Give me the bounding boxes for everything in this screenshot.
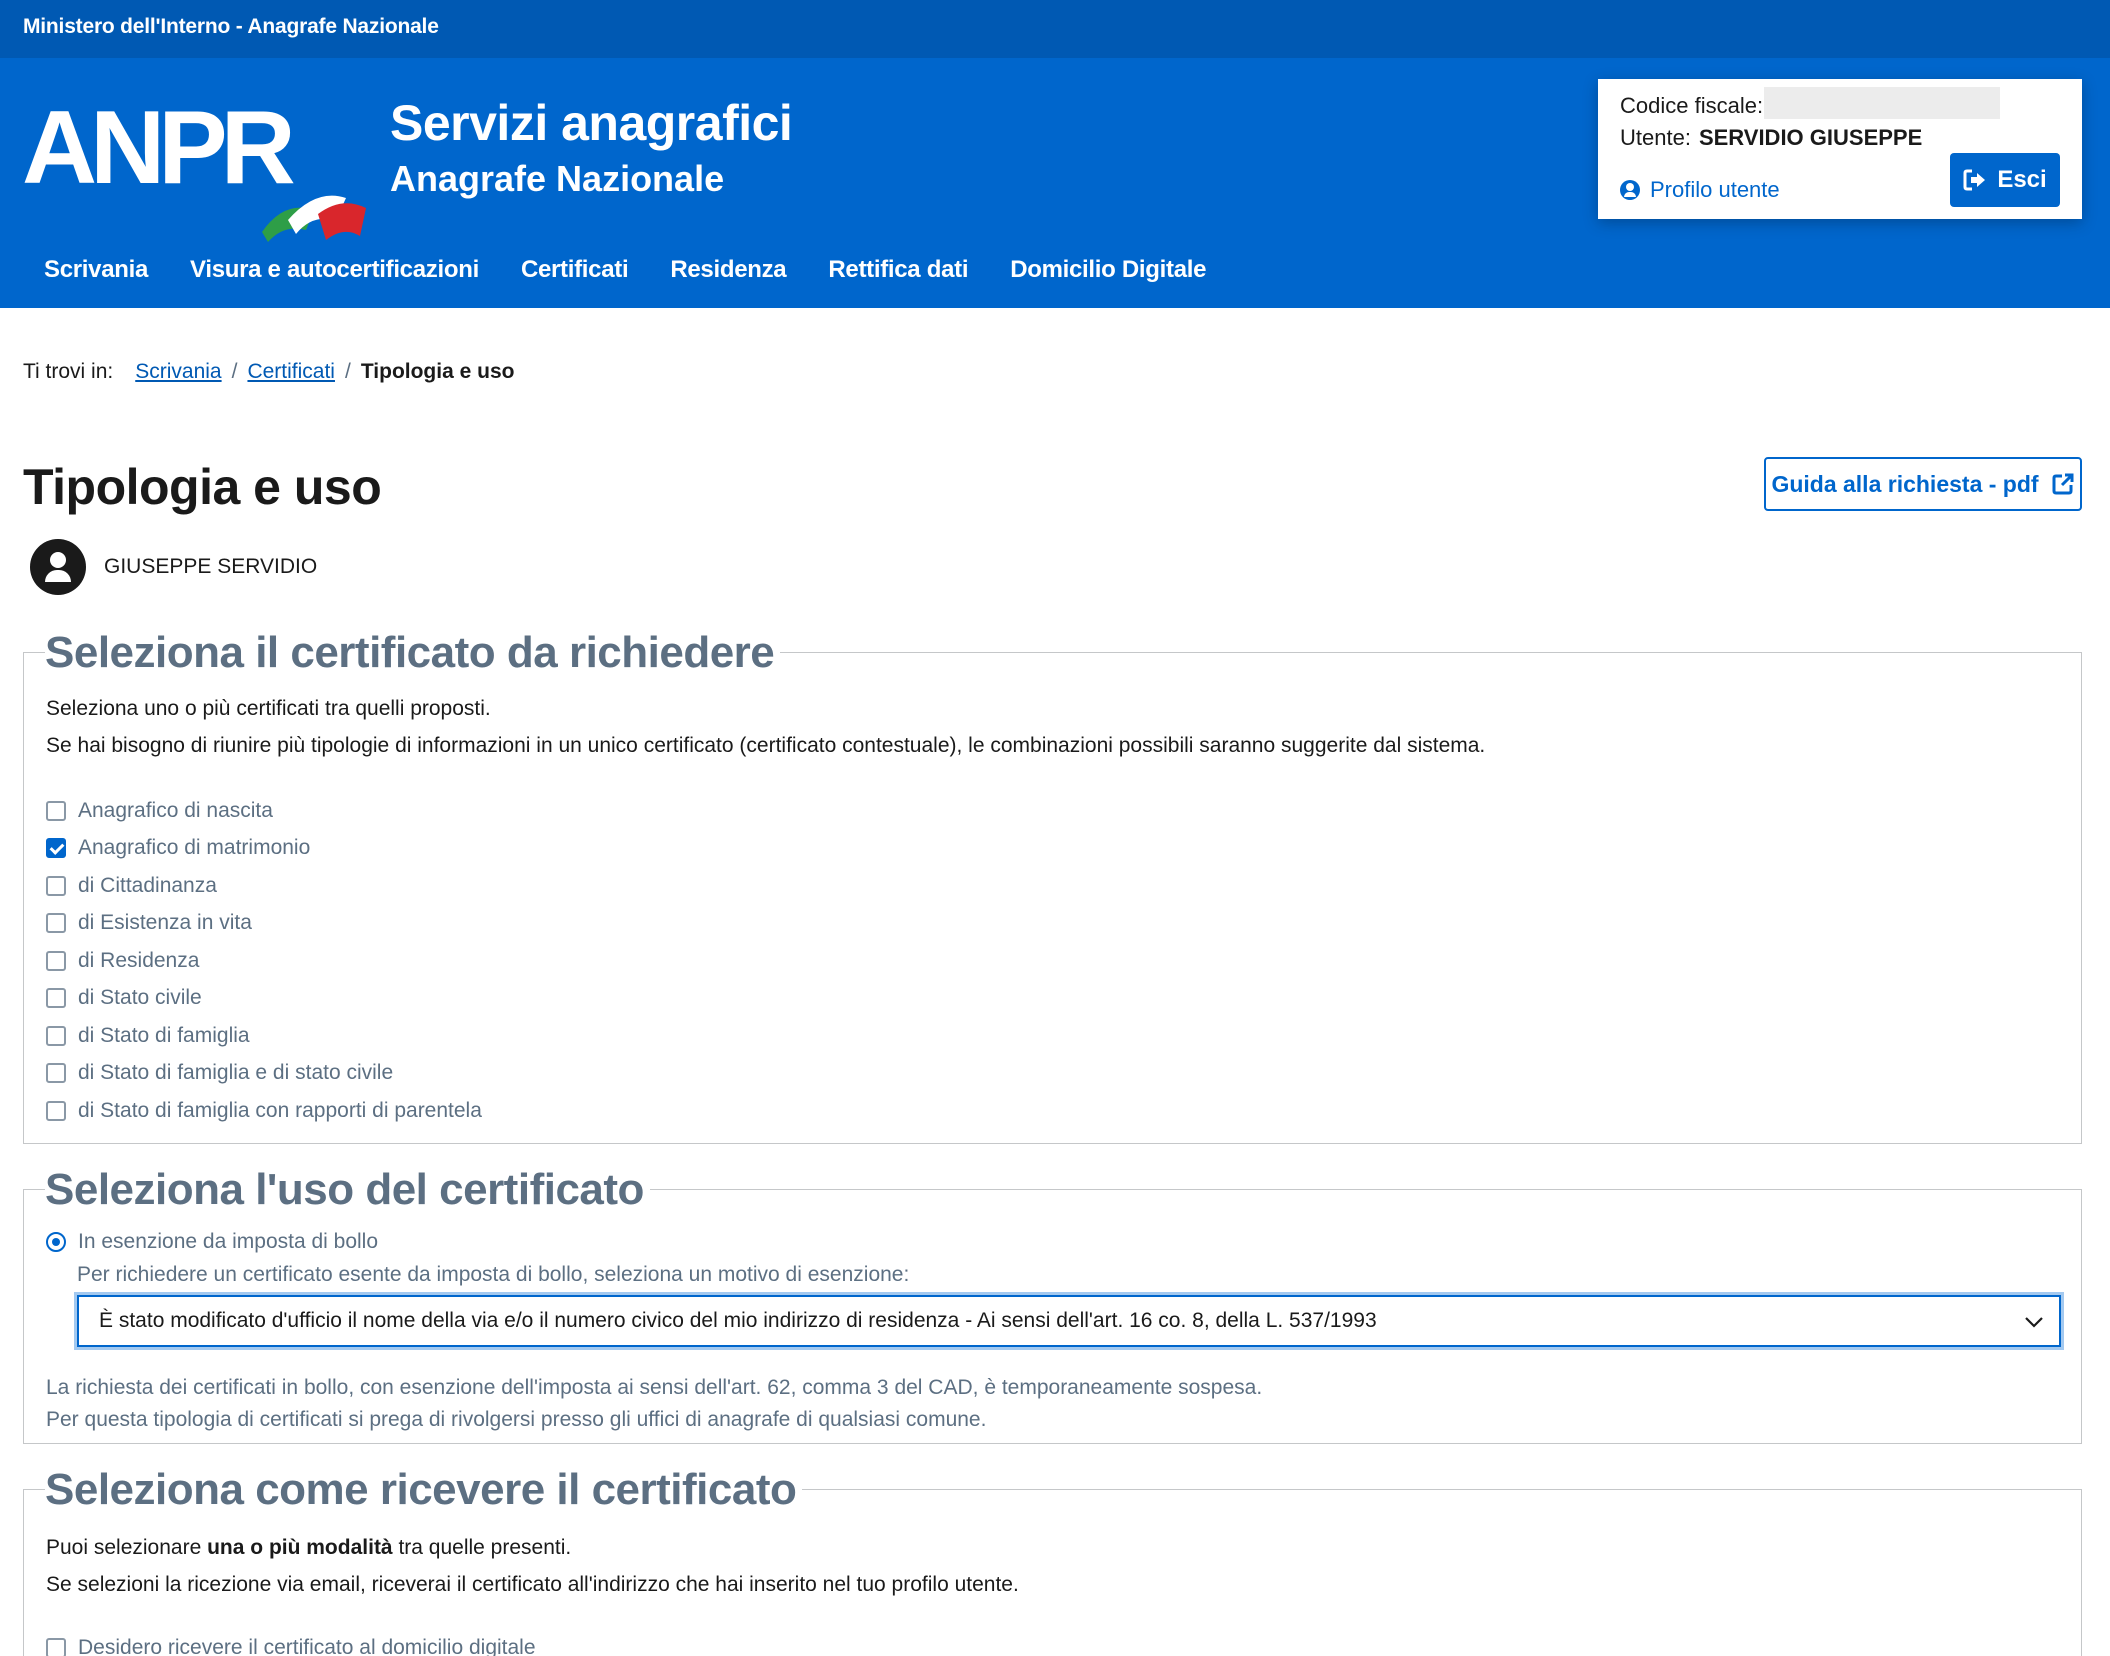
codice-fiscale-value-masked bbox=[1764, 87, 2000, 119]
codice-fiscale-label: Codice fiscale: bbox=[1620, 93, 1764, 118]
checkbox-box[interactable] bbox=[46, 1638, 66, 1656]
certificate-type-fieldset: Seleziona il certificato da richiedere S… bbox=[23, 627, 2082, 1144]
breadcrumb-separator: / bbox=[231, 360, 238, 383]
nav-item-visura[interactable]: Visura e autocertificazioni bbox=[169, 256, 500, 284]
breadcrumb-separator: / bbox=[344, 360, 351, 383]
page-title: Tipologia e uso bbox=[23, 459, 382, 515]
checkbox-box[interactable] bbox=[46, 951, 66, 971]
certificate-use-legend: Seleziona l'uso del certificato bbox=[45, 1164, 650, 1216]
radio-esenzione[interactable]: In esenzione da imposta di bollo bbox=[46, 1230, 378, 1254]
guide-pdf-button[interactable]: Guida alla richiesta - pdf bbox=[1764, 457, 2082, 511]
checkbox-label: di Stato di famiglia con rapporti di par… bbox=[78, 1099, 482, 1122]
user-line: Utente: SERVIDIO GIUSEPPE bbox=[1620, 125, 1922, 151]
checkbox-cittadinanza[interactable]: di Cittadinanza bbox=[46, 874, 217, 898]
delivery-legend: Seleziona come ricevere il certificato bbox=[45, 1464, 803, 1516]
delivery-intro-1-bold: una o più modalità bbox=[207, 1536, 393, 1559]
logo-text: ANPR bbox=[22, 90, 296, 206]
sign-out-icon bbox=[1963, 169, 1986, 191]
checkbox-label: Anagrafico di nascita bbox=[78, 799, 273, 822]
checkbox-matrimonio[interactable]: Anagrafico di matrimonio bbox=[46, 836, 310, 860]
user-name: SERVIDIO GIUSEPPE bbox=[1698, 125, 1923, 150]
checkbox-box[interactable] bbox=[46, 876, 66, 896]
breadcrumb-prefix: Ti trovi in: bbox=[23, 360, 114, 383]
checkbox-label: di Stato civile bbox=[78, 986, 202, 1009]
person-info: GIUSEPPE SERVIDIO bbox=[30, 539, 317, 595]
checkbox-label: di Stato di famiglia e di stato civile bbox=[78, 1061, 394, 1084]
logout-button[interactable]: Esci bbox=[1950, 153, 2060, 207]
guide-pdf-label: Guida alla richiesta - pdf bbox=[1771, 470, 2039, 497]
nav-item-certificati[interactable]: Certificati bbox=[500, 256, 649, 284]
italian-flag-icon bbox=[262, 195, 366, 242]
nav-item-rettifica[interactable]: Rettifica dati bbox=[807, 256, 989, 284]
delivery-intro-1-pre: Puoi selezionare bbox=[46, 1536, 208, 1559]
main-nav: Scrivania Visura e autocertificazioni Ce… bbox=[23, 256, 1227, 284]
checkbox-label: di Esistenza in vita bbox=[78, 911, 252, 934]
profile-link[interactable]: Profilo utente bbox=[1620, 177, 1780, 203]
checkbox-box[interactable] bbox=[46, 1026, 66, 1046]
nav-item-domicilio[interactable]: Domicilio Digitale bbox=[989, 256, 1227, 284]
delivery-intro-1-post: tra quelle presenti. bbox=[392, 1536, 572, 1559]
exemption-reason-value: È stato modificato d'ufficio il nome del… bbox=[99, 1309, 1377, 1332]
certificate-use-fieldset: Seleziona l'uso del certificato In esenz… bbox=[23, 1164, 2082, 1444]
radio-button-selected[interactable] bbox=[46, 1232, 66, 1252]
logout-label: Esci bbox=[1997, 166, 2047, 193]
checkbox-box[interactable] bbox=[46, 1101, 66, 1121]
checkbox-nascita[interactable]: Anagrafico di nascita bbox=[46, 799, 273, 823]
exemption-hint: Per richiedere un certificato esente da … bbox=[77, 1263, 910, 1286]
checkbox-stato-civile[interactable]: di Stato civile bbox=[46, 986, 202, 1010]
nav-item-scrivania[interactable]: Scrivania bbox=[23, 256, 169, 284]
checkbox-box-checked[interactable] bbox=[46, 838, 66, 858]
checkbox-residenza[interactable]: di Residenza bbox=[46, 949, 199, 973]
avatar-icon bbox=[30, 539, 86, 595]
stamp-duty-note-2: Per questa tipologia di certificati si p… bbox=[46, 1408, 987, 1431]
checkbox-stato-famiglia[interactable]: di Stato di famiglia bbox=[46, 1024, 250, 1048]
main-header: ANPR Servizi anagrafici Anagrafe Naziona… bbox=[0, 58, 2110, 308]
checkbox-box[interactable] bbox=[46, 801, 66, 821]
site-title: Servizi anagrafici bbox=[390, 95, 793, 151]
user-box: Codice fiscale: Utente: SERVIDIO GIUSEPPE… bbox=[1598, 79, 2082, 219]
checkbox-box[interactable] bbox=[46, 1063, 66, 1083]
anpr-logo[interactable]: ANPR bbox=[22, 88, 366, 268]
person-name: GIUSEPPE SERVIDIO bbox=[104, 555, 318, 578]
breadcrumb: Ti trovi in: Scrivania / Certificati / T… bbox=[23, 360, 514, 384]
site-subtitle: Anagrafe Nazionale bbox=[390, 158, 725, 199]
chevron-down-icon bbox=[2025, 1317, 2043, 1328]
checkbox-box[interactable] bbox=[46, 913, 66, 933]
radio-label: In esenzione da imposta di bollo bbox=[78, 1230, 379, 1253]
user-label: Utente: bbox=[1620, 125, 1691, 150]
nav-item-residenza[interactable]: Residenza bbox=[649, 256, 807, 284]
checkbox-famiglia-stato-civile[interactable]: di Stato di famiglia e di stato civile bbox=[46, 1061, 393, 1085]
certificate-intro-2: Se hai bisogno di riunire più tipologie … bbox=[46, 734, 1486, 757]
checkbox-esistenza[interactable]: di Esistenza in vita bbox=[46, 911, 252, 935]
external-link-icon bbox=[2052, 473, 2074, 495]
breadcrumb-current: Tipologia e uso bbox=[360, 360, 515, 383]
certificate-intro-1: Seleziona uno o più certificati tra quel… bbox=[46, 697, 491, 720]
breadcrumb-link-certificati[interactable]: Certificati bbox=[247, 360, 335, 384]
delivery-intro-1: Puoi selezionare una o più modalità tra … bbox=[46, 1536, 571, 1560]
slim-header: Ministero dell'Interno - Anagrafe Nazion… bbox=[0, 0, 2110, 58]
profile-link-label: Profilo utente bbox=[1650, 177, 1780, 202]
breadcrumb-link-scrivania[interactable]: Scrivania bbox=[135, 360, 221, 384]
checkbox-label: di Stato di famiglia bbox=[78, 1024, 250, 1047]
checkbox-label: di Cittadinanza bbox=[78, 874, 217, 897]
delivery-fieldset: Seleziona come ricevere il certificato P… bbox=[23, 1464, 2082, 1656]
checkbox-label: Anagrafico di matrimonio bbox=[78, 836, 311, 859]
checkbox-famiglia-parentela[interactable]: di Stato di famiglia con rapporti di par… bbox=[46, 1099, 482, 1123]
exemption-reason-select[interactable]: È stato modificato d'ufficio il nome del… bbox=[77, 1295, 2061, 1347]
stamp-duty-note-1: La richiesta dei certificati in bollo, c… bbox=[46, 1376, 1263, 1399]
user-circle-icon bbox=[1620, 180, 1640, 200]
checkbox-domicilio-digitale[interactable]: Desidero ricevere il certificato al domi… bbox=[46, 1636, 536, 1656]
delivery-intro-2: Se selezioni la ricezione via email, ric… bbox=[46, 1573, 1019, 1596]
checkbox-label: di Residenza bbox=[78, 949, 200, 972]
checkbox-box[interactable] bbox=[46, 988, 66, 1008]
slim-header-text[interactable]: Ministero dell'Interno - Anagrafe Nazion… bbox=[23, 15, 439, 39]
checkbox-label: Desidero ricevere il certificato al domi… bbox=[78, 1636, 536, 1656]
certificate-type-legend: Seleziona il certificato da richiedere bbox=[45, 627, 781, 679]
